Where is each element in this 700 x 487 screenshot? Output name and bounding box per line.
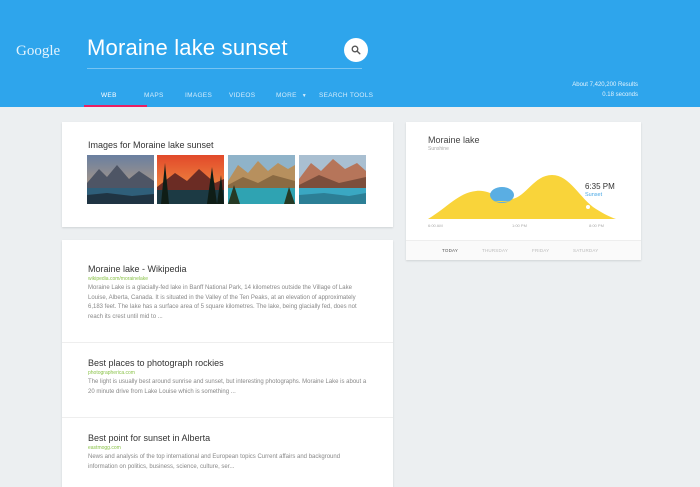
result-url[interactable]: eastmogg.com bbox=[88, 445, 370, 451]
axis-label: 6:00 AM bbox=[428, 223, 443, 228]
image-thumbnail[interactable] bbox=[228, 155, 295, 204]
result-url[interactable]: photographerica.com bbox=[88, 370, 370, 376]
search-tabs: WEB MAPS IMAGES VIDEOS MORE ▼ SEARCH TOOL… bbox=[84, 88, 373, 107]
weather-location: Moraine lake bbox=[428, 135, 480, 145]
result-divider bbox=[62, 342, 393, 343]
day-saturday[interactable]: SATURDAY bbox=[573, 248, 598, 253]
tab-more-label: MORE bbox=[276, 92, 297, 99]
tab-more[interactable]: MORE ▼ bbox=[276, 88, 319, 107]
day-selector: TODAY THURSDAY FRIDAY SATURDAY bbox=[406, 240, 641, 260]
result-snippet: News and analysis of the top internation… bbox=[88, 454, 341, 470]
result-url[interactable]: wikipedia.com/morainelake bbox=[88, 276, 370, 282]
day-today[interactable]: TODAY bbox=[442, 248, 458, 253]
results-card: Moraine lake - Wikipedia wikipedia.com/m… bbox=[62, 240, 393, 487]
tab-videos[interactable]: VIDEOS bbox=[229, 88, 276, 107]
search-result: Moraine lake - Wikipedia wikipedia.com/m… bbox=[88, 264, 370, 322]
search-result: Best places to photograph rockies photog… bbox=[88, 358, 370, 397]
axis-label: 8:00 PM bbox=[589, 223, 604, 228]
image-thumbnail[interactable] bbox=[87, 155, 154, 204]
tab-maps[interactable]: MAPS bbox=[144, 88, 185, 107]
result-snippet: The light is usually best around sunrise… bbox=[88, 379, 367, 395]
sunset-label: Sunset bbox=[585, 192, 603, 198]
image-thumbnail[interactable] bbox=[299, 155, 366, 204]
google-logo[interactable]: Google bbox=[16, 43, 60, 60]
result-title[interactable]: Best point for sunset in Alberta bbox=[88, 433, 370, 443]
search-result: Best point for sunset in Alberta eastmog… bbox=[88, 433, 370, 472]
search-input-underline bbox=[87, 68, 362, 69]
day-thursday[interactable]: THURSDAY bbox=[482, 248, 508, 253]
axis-label: 1:00 PM bbox=[512, 223, 527, 228]
search-icon bbox=[351, 45, 361, 55]
image-thumbnail[interactable] bbox=[157, 155, 224, 204]
sunset-time: 6:35 PM bbox=[585, 182, 615, 191]
caret-down-icon: ▼ bbox=[301, 93, 307, 99]
tab-images[interactable]: IMAGES bbox=[185, 88, 229, 107]
tab-search-tools[interactable]: SEARCH TOOLS bbox=[319, 88, 373, 107]
images-card: Images for Moraine lake sunset bbox=[62, 122, 393, 227]
images-title[interactable]: Images for Moraine lake sunset bbox=[88, 140, 214, 150]
result-title[interactable]: Moraine lake - Wikipedia bbox=[88, 264, 370, 274]
search-button[interactable] bbox=[344, 38, 368, 62]
search-header: Google Moraine lake sunset WEB MAPS IMAG… bbox=[0, 0, 700, 107]
result-title[interactable]: Best places to photograph rockies bbox=[88, 358, 370, 368]
result-stats: About 7,420,200 Results 0.18 seconds bbox=[572, 80, 638, 100]
result-divider bbox=[62, 417, 393, 418]
tab-web[interactable]: WEB bbox=[84, 88, 147, 107]
result-count: About 7,420,200 Results bbox=[572, 82, 638, 88]
search-query-input[interactable]: Moraine lake sunset bbox=[87, 35, 288, 61]
result-time: 0.18 seconds bbox=[602, 92, 638, 98]
result-snippet: Moraine Lake is a glacially-fed lake in … bbox=[88, 285, 357, 320]
weather-condition: Sunshine bbox=[428, 146, 449, 152]
day-friday[interactable]: FRIDAY bbox=[532, 248, 549, 253]
weather-card: Moraine lake Sunshine 6:35 PM Sunset 6:0… bbox=[406, 122, 641, 260]
